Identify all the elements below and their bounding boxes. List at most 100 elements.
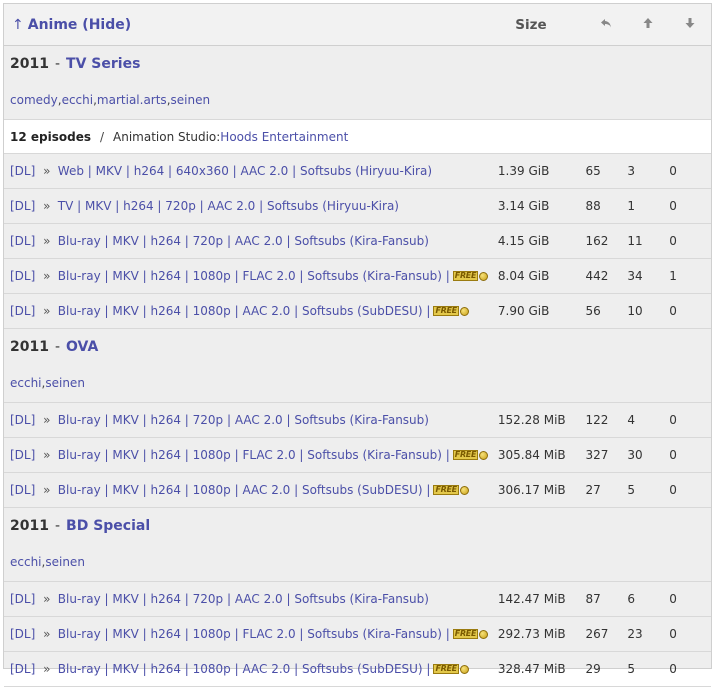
leechers-count: 4 [627, 413, 635, 427]
table-row: [DL] » TV | MKV | h264 | 720p | AAC 2.0 | … [4, 189, 711, 224]
tag-link[interactable]: seinen [45, 555, 85, 569]
arrow-down-icon[interactable] [669, 17, 711, 33]
file-size: 142.47 MiB [497, 592, 566, 606]
downloaded-count: 0 [669, 413, 677, 427]
leechers-count: 34 [627, 269, 643, 283]
table-row: [DL] » Blu-ray | MKV | h264 | 720p | AAC 2… [4, 582, 711, 617]
leechers-count: 23 [627, 627, 643, 641]
table-row: [DL] » Blu-ray | MKV | h264 | 1080p | FLAC… [4, 617, 711, 652]
download-link[interactable]: [DL] [4, 592, 36, 606]
studio-link[interactable]: Hoods Entertainment [220, 130, 348, 144]
table-row: [DL] » Blu-ray | MKV | h264 | 1080p | FLAC… [4, 438, 711, 473]
seeders-count: 27 [585, 483, 601, 497]
release-link[interactable]: Blu-ray | MKV | h264 | 720p | AAC 2.0 | … [58, 413, 429, 427]
free-badge-text: FREE [452, 629, 479, 639]
file-size: 4.15 GiB [497, 234, 550, 248]
seeders-count: 442 [585, 269, 609, 283]
leechers-count: 30 [627, 448, 643, 462]
download-link[interactable]: [DL] [4, 483, 36, 497]
seeders-count: 65 [585, 164, 601, 178]
hide-link[interactable]: Hide [89, 17, 125, 33]
seeders-count: 87 [585, 592, 601, 606]
release-link[interactable]: Blu-ray | MKV | h264 | 720p | AAC 2.0 | … [58, 592, 429, 606]
release-link[interactable]: TV | MKV | h264 | 720p | AAC 2.0 | Softs… [58, 199, 399, 213]
release-description: Blu-ray | MKV | h264 | 720p | AAC 2.0 | … [58, 592, 498, 606]
tag-link[interactable]: comedy [10, 93, 58, 107]
free-badge-text: FREE [452, 450, 479, 460]
seeders-count: 162 [585, 234, 609, 248]
download-link[interactable]: [DL] [4, 304, 36, 318]
tag-link[interactable]: ecchi [62, 93, 94, 107]
section-title-link[interactable]: Anime [28, 17, 78, 33]
row-marker: » [43, 483, 51, 497]
release-link[interactable]: Web | MKV | h264 | 640x360 | AAC 2.0 | S… [58, 164, 432, 178]
free-badge-icon: FREE [433, 485, 469, 495]
group-heading: 2011- OVA [4, 329, 711, 364]
download-link[interactable]: [DL] [4, 627, 36, 641]
downloaded-count: 0 [669, 448, 677, 462]
release-description: Blu-ray | MKV | h264 | 1080p | AAC 2.0 |… [58, 304, 498, 318]
leechers-count: 1 [627, 199, 635, 213]
downloaded-count: 0 [669, 592, 677, 606]
table-row: [DL] » Blu-ray | MKV | h264 | 1080p | FLAC… [4, 259, 711, 294]
release-link[interactable]: Blu-ray | MKV | h264 | 1080p | FLAC 2.0 … [58, 448, 450, 462]
leechers-count: 6 [627, 592, 635, 606]
download-link[interactable]: [DL] [4, 234, 36, 248]
coin-icon [479, 271, 489, 281]
up-arrow-icon[interactable]: ↑ [12, 17, 24, 33]
tag-link[interactable]: martial.arts [97, 93, 167, 107]
release-link[interactable]: Blu-ray | MKV | h264 | 1080p | AAC 2.0 |… [58, 304, 431, 318]
release-description: Blu-ray | MKV | h264 | 1080p | FLAC 2.0 … [58, 627, 498, 641]
group-type-link[interactable]: BD Special [66, 518, 150, 534]
download-link[interactable]: [DL] [4, 164, 36, 178]
downloaded-count: 0 [669, 304, 677, 318]
coin-icon [479, 629, 489, 639]
download-link[interactable]: [DL] [4, 269, 36, 283]
leechers-count: 11 [627, 234, 643, 248]
tag-link[interactable]: seinen [171, 93, 211, 107]
downloaded-count: 0 [669, 164, 677, 178]
row-marker: » [43, 413, 51, 427]
downloaded-count: 0 [669, 199, 677, 213]
tag-list: comedy, ecchi, martial.arts, seinen [4, 81, 711, 120]
downloaded-count: 0 [669, 234, 677, 248]
release-link[interactable]: Blu-ray | MKV | h264 | 1080p | FLAC 2.0 … [58, 627, 450, 641]
free-badge-icon: FREE [452, 450, 489, 460]
table-row: [DL]» Blu-ray | MKV | h264 | 1080p | AAC … [4, 652, 711, 687]
release-link[interactable]: Blu-ray | MKV | h264 | 1080p | AAC 2.0 |… [58, 483, 431, 497]
free-badge-icon: FREE [433, 664, 469, 674]
arrow-up-icon[interactable] [627, 17, 669, 33]
row-marker: » [43, 304, 51, 318]
hide-paren-close: ) [124, 16, 132, 33]
download-link[interactable]: [DL] [4, 448, 36, 462]
coin-icon [459, 306, 469, 316]
release-description: Web | MKV | h264 | 640x360 | AAC 2.0 | S… [58, 164, 498, 178]
free-badge-icon: FREE [452, 629, 489, 639]
tag-link[interactable]: seinen [45, 376, 85, 390]
download-link[interactable]: [DL] [4, 199, 36, 213]
release-link[interactable]: Blu-ray | MKV | h264 | 1080p | FLAC 2.0 … [58, 269, 450, 283]
downloaded-count: 0 [669, 627, 677, 641]
group-dash: - [54, 338, 61, 355]
release-link[interactable]: Blu-ray | MKV | h264 | 720p | AAC 2.0 | … [58, 234, 429, 248]
release-description: Blu-ray | MKV | h264 | 1080p | FLAC 2.0 … [58, 269, 498, 283]
table-row: [DL] » Blu-ray | MKV | h264 | 1080p | AAC … [4, 473, 711, 508]
reply-icon[interactable] [585, 17, 627, 33]
row-marker: » [43, 627, 51, 641]
download-link[interactable]: [DL] [4, 413, 36, 427]
row-marker: » [43, 164, 51, 178]
group-year: 2011 [10, 517, 49, 534]
group-type-link[interactable]: TV Series [66, 56, 140, 72]
downloaded-count: 1 [669, 269, 677, 283]
row-marker: » [43, 592, 51, 606]
tag-link[interactable]: ecchi [10, 376, 42, 390]
free-badge-text: FREE [433, 485, 459, 495]
file-size: 1.39 GiB [497, 164, 550, 178]
group-type-link[interactable]: OVA [66, 339, 98, 355]
tag-list: ecchi, seinen [4, 364, 711, 403]
coin-icon [459, 664, 469, 674]
section-title: ↑ Anime (Hide) [4, 17, 503, 33]
release-description: TV | MKV | h264 | 720p | AAC 2.0 | Softs… [58, 199, 498, 213]
size-column-header[interactable]: Size [503, 17, 585, 33]
tag-link[interactable]: ecchi [10, 555, 42, 569]
